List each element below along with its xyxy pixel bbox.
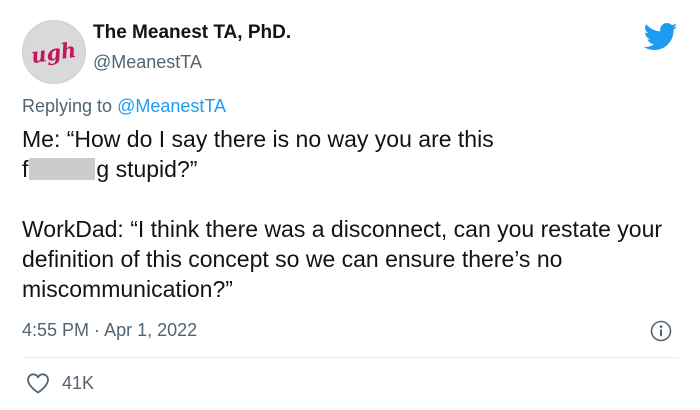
like-count: 41K [62,372,95,393]
avatar-logo-text: ugh [29,36,79,68]
author-display-name[interactable]: The Meanest TA, PhD. [93,22,291,44]
body-line-2-end: g stupid?” [96,156,198,182]
reply-mention-link[interactable]: @MeanestTA [117,96,226,116]
like-button[interactable]: 41K [26,372,94,394]
tweet-timestamp[interactable]: 4:55 PM · Apr 1, 2022 [22,320,197,341]
body-line-2-start: f [22,156,29,182]
timestamp-separator: · [89,320,105,340]
body-line-1: Me: “How do I say there is no way you ar… [22,126,494,152]
censor-block [29,158,96,180]
body-paragraph-2: WorkDad: “I think there was a disconnect… [22,216,669,302]
tweet-date: Apr 1, 2022 [104,320,198,340]
avatar[interactable]: ugh [22,20,86,84]
tweet-card: ugh The Meanest TA, PhD. @MeanestTA Repl… [0,0,700,410]
author-handle[interactable]: @MeanestTA [93,52,202,73]
info-icon[interactable] [650,320,672,342]
heart-icon [27,373,49,394]
tweet-body: Me: “How do I say there is no way you ar… [22,124,692,304]
twitter-bird-icon [644,22,678,51]
reply-prefix: Replying to [22,96,118,116]
divider [22,357,678,358]
replying-to: Replying to @MeanestTA [22,96,226,117]
tweet-time: 4:55 PM [22,320,90,340]
